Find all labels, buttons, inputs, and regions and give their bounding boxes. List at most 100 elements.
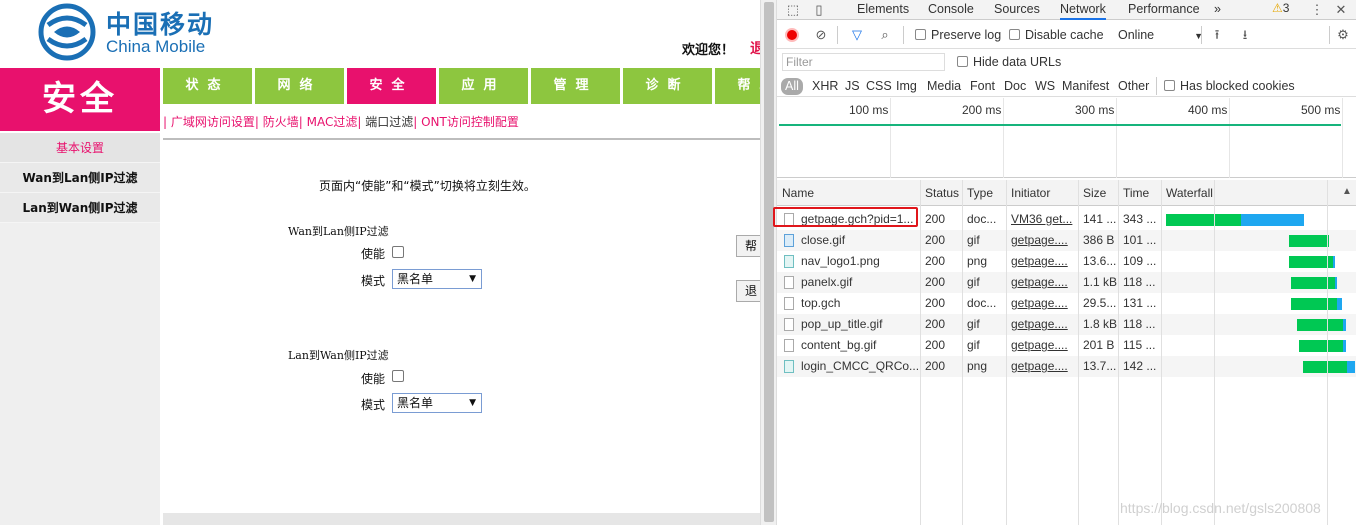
column-header-type[interactable]: Type [962,180,1006,206]
initiator-cell[interactable]: getpage.... [1006,293,1078,314]
tab-management[interactable]: 管理 [531,68,620,104]
initiator-cell[interactable]: getpage.... [1006,272,1078,293]
document-file-icon [784,213,794,226]
table-row[interactable]: content_bg.gif 200 gif getpage.... 201 B 115 … [777,335,1356,356]
status-cell: 200 [925,212,946,226]
tab-status[interactable]: 状态 [163,68,252,104]
initiator-cell[interactable]: getpage.... [1006,230,1078,251]
sidebar-item-lan-to-wan[interactable]: Lan到Wan侧IP过滤 [0,193,160,223]
table-row[interactable]: getpage.gch?pid=1... 200 doc... VM36 get...… [777,209,1356,230]
checkbox[interactable] [1009,29,1020,40]
clear-icon[interactable]: ⊘ [813,27,829,43]
subnav-mac-filter[interactable]: MAC过滤 [307,115,358,129]
settings-gear-icon[interactable]: ⚙ [1335,27,1351,43]
subnav-firewall[interactable]: 防火墙 [263,115,299,129]
waterfall-bar [1297,319,1343,331]
close-icon[interactable]: ✕ [1333,2,1349,18]
hide-data-urls-toggle[interactable]: Hide data URLs [957,54,1061,70]
type-img[interactable]: Img [896,79,917,94]
type-css[interactable]: CSS [866,79,892,94]
column-header-name[interactable]: Name [777,180,920,206]
horizontal-scrollbar[interactable] [163,513,760,525]
tab-performance[interactable]: Performance [1128,0,1200,20]
enable-label: 使能 [361,247,386,261]
inspect-element-icon[interactable]: ⬚ [785,2,801,18]
type-all[interactable]: All [781,78,803,95]
type-js[interactable]: JS [845,79,860,94]
table-row[interactable]: pop_up_title.gif 200 gif getpage.... 1.8 kB 1… [777,314,1356,335]
initiator-cell[interactable]: VM36 get... [1006,209,1078,230]
type-doc[interactable]: Doc [1004,79,1026,94]
filter-icon[interactable]: ▽ [849,27,865,43]
sidebar-item-basic[interactable]: 基本设置 [0,133,160,163]
warnings-counter[interactable]: ⚠3 [1272,1,1289,15]
import-har-icon[interactable]: ⭱ [1209,27,1225,43]
scrollbar-thumb[interactable] [764,2,774,522]
lan-to-wan-mode-select[interactable]: 黑名单 ▼ [392,393,482,413]
vertical-scrollbar[interactable] [760,0,777,525]
help-button[interactable]: 帮助 [736,235,760,257]
disable-cache-toggle[interactable]: Disable cache [1009,27,1104,43]
tab-console[interactable]: Console [928,0,974,20]
section-title-banner: 安全 [0,68,160,131]
exit-button[interactable]: 退出 [736,280,760,302]
status-cell: 200 [925,233,946,247]
tab-elements[interactable]: Elements [857,0,909,20]
export-har-icon[interactable]: ⭳ [1237,27,1253,43]
tab-network[interactable]: Network [1060,0,1106,20]
table-row[interactable]: panelx.gif 200 gif getpage.... 1.1 kB 118 ... [777,272,1356,293]
wan-to-lan-mode-select[interactable]: 黑名单 ▼ [392,269,482,289]
device-toolbar-icon[interactable]: ▯ [811,2,827,18]
table-row[interactable]: close.gif 200 gif getpage.... 386 B 101 ... [777,230,1356,251]
initiator-cell[interactable]: getpage.... [1006,251,1078,272]
table-row[interactable]: top.gch 200 doc... getpage.... 29.5... 131 ..… [777,293,1356,314]
tab-application[interactable]: 应用 [439,68,528,104]
type-manifest[interactable]: Manifest [1062,79,1109,94]
kebab-menu-icon[interactable]: ⋮ [1309,2,1325,18]
more-tabs-button[interactable]: » [1214,0,1221,20]
sort-ascending-icon[interactable]: ▲ [1342,186,1352,197]
column-header-initiator[interactable]: Initiator [1006,180,1078,206]
column-header-size[interactable]: Size [1078,180,1118,206]
tab-network[interactable]: 网络 [255,68,344,104]
subnav-port-filter[interactable]: 端口过滤 [365,115,413,129]
type-font[interactable]: Font [970,79,995,94]
gridline [1116,98,1117,178]
status-cell: 200 [925,317,946,331]
initiator-cell[interactable]: getpage.... [1006,314,1078,335]
sidebar-item-wan-to-lan[interactable]: Wan到Lan侧IP过滤 [0,163,160,193]
tab-help[interactable]: 帮助 [715,68,760,104]
checkbox[interactable] [1164,80,1175,91]
record-button[interactable] [785,28,799,42]
tab-sources[interactable]: Sources [994,0,1040,20]
column-header-status[interactable]: Status [920,180,962,206]
initiator-cell[interactable]: getpage.... [1006,335,1078,356]
column-header-time[interactable]: Time [1118,180,1161,206]
type-ws[interactable]: WS [1035,79,1055,94]
type-xhr[interactable]: XHR [812,79,838,94]
has-blocked-cookies-toggle[interactable]: Has blocked cookies [1164,78,1295,94]
checkbox[interactable] [957,56,968,67]
waterfall-bar [1289,235,1329,247]
lan-to-wan-enable-checkbox[interactable] [392,370,404,382]
initiator-cell[interactable]: getpage.... [1006,356,1078,377]
table-row[interactable]: login_CMCC_QRCo... 200 png getpage.... 13.7.… [777,356,1356,377]
throttle-select[interactable]: Online ▼ [1118,27,1203,43]
wan-to-lan-enable-checkbox[interactable] [392,246,404,258]
table-row[interactable]: nav_logo1.png 200 png getpage.... 13.6... 109… [777,251,1356,272]
mode-label: 模式 [361,398,386,412]
type-media[interactable]: Media [927,79,961,94]
search-icon[interactable]: ⌕ [877,27,893,43]
type-other[interactable]: Other [1118,79,1149,94]
subnav-ont-access[interactable]: ONT访问控制配置 [421,115,519,129]
tab-diagnosis[interactable]: 诊断 [623,68,712,104]
preserve-log-toggle[interactable]: Preserve log [915,27,1001,43]
checkbox[interactable] [915,29,926,40]
filter-input[interactable]: Filter [782,53,945,71]
logout-link[interactable]: 退 [750,38,760,58]
timeline-label: 100 ms [849,103,889,117]
waterfall-bar [1241,214,1304,226]
subnav-wan-access[interactable]: 广域网访问设置 [171,115,255,129]
timeline-overview[interactable]: 100 ms 200 ms 300 ms 400 ms 500 ms [777,98,1356,178]
tab-security[interactable]: 安全 [347,68,436,104]
